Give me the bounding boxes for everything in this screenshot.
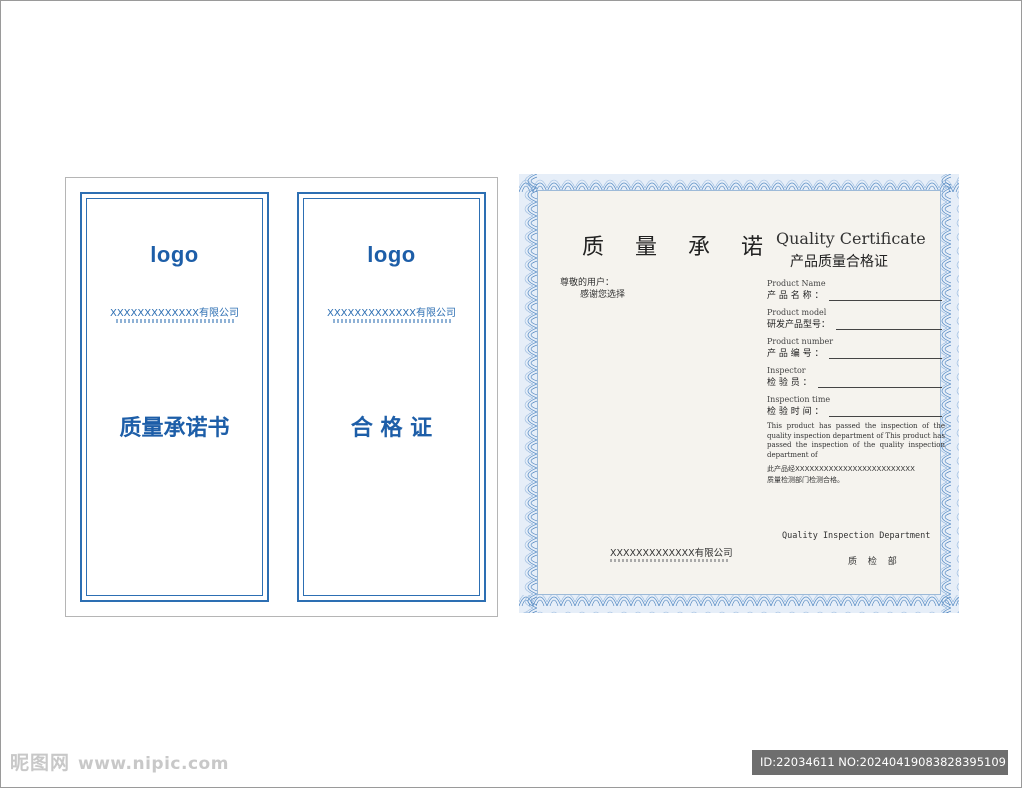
certificate-inner-page: 质 量 承 诺 尊敬的用户： 感谢您选择 Quality Certificate… xyxy=(519,174,959,613)
cover-logo: logo xyxy=(367,242,416,267)
cover-company: XXXXXXXXXXXXX有限公司 xyxy=(109,308,240,319)
department-en: Quality Inspection Department xyxy=(782,531,931,541)
field-label-cn: 检 验 时 间 ： xyxy=(767,407,824,417)
statement-en: This product has passed the inspection o… xyxy=(767,422,945,459)
field-label-cn: 检 验 员 ： xyxy=(767,378,812,388)
statement-cn: 此产品经XXXXXXXXXXXXXXXXXXXXXXXXX 质量检测部门检测合格… xyxy=(767,464,949,486)
cover-sheet: logo XXXXXXXXXXXXX有限公司 质量承诺书 logo XXXXXX… xyxy=(65,177,498,617)
site-watermark: 昵图网 www.nipic.com xyxy=(10,748,229,775)
certificate-title-en: Quality Certificate xyxy=(776,229,926,248)
cover-logo: logo xyxy=(150,242,199,267)
image-id-bar: ID:22034611 NO:20240419083828395109 xyxy=(752,750,1008,775)
fill-in-line[interactable] xyxy=(829,350,942,359)
fill-in-line[interactable] xyxy=(829,292,942,301)
field-label-en: Product model xyxy=(767,308,827,317)
certificate-title-cn: 产品质量合格证 xyxy=(790,254,888,270)
field-label-en: Product number xyxy=(767,337,834,346)
field-label-cn: 产 品 名 称 ： xyxy=(767,291,824,301)
cover-company: XXXXXXXXXXXXX有限公司 xyxy=(326,308,457,319)
decorative-wave-line xyxy=(115,319,234,323)
greeting-line: 感谢您选择 xyxy=(580,290,626,300)
field-product-model: Product model 研发产品型号： xyxy=(767,308,942,330)
field-label-en: Inspection time xyxy=(767,395,831,404)
field-label-cn: 产 品 编 号 ： xyxy=(767,349,824,359)
cover-quality-promise: logo XXXXXXXXXXXXX有限公司 质量承诺书 xyxy=(80,192,269,602)
certificate-paper: 质 量 承 诺 尊敬的用户： 感谢您选择 Quality Certificate… xyxy=(537,190,945,595)
fill-in-line[interactable] xyxy=(817,379,942,388)
fill-in-line[interactable] xyxy=(836,321,942,330)
cover-certificate: logo XXXXXXXXXXXXX有限公司 合 格 证 xyxy=(297,192,486,602)
field-label-cn: 研发产品型号： xyxy=(767,320,831,330)
department-cn: 质 检 部 xyxy=(848,557,901,567)
site-name: 昵图网 xyxy=(10,752,71,774)
decorative-wave-line xyxy=(610,559,728,562)
field-inspector: Inspector 检 验 员 ： xyxy=(767,366,942,388)
field-label-en: Product Name xyxy=(767,279,826,288)
statement-cn-line: 此产品经XXXXXXXXXXXXXXXXXXXXXXXXX xyxy=(767,465,915,473)
certificate-company: XXXXXXXXXXXXX有限公司 xyxy=(610,548,733,559)
promise-title: 质 量 承 诺 xyxy=(582,235,775,260)
fill-in-line[interactable] xyxy=(829,408,942,417)
cover-title: 合 格 证 xyxy=(350,416,433,441)
statement-cn-line: 质量检测部门检测合格。 xyxy=(767,476,844,484)
cover-title: 质量承诺书 xyxy=(119,416,230,441)
field-label-en: Inspector xyxy=(767,366,806,375)
field-product-number: Product number 产 品 编 号 ： xyxy=(767,337,942,359)
field-inspection-time: Inspection time 检 验 时 间 ： xyxy=(767,395,942,417)
decorative-wave-line xyxy=(332,319,451,323)
field-product-name: Product Name 产 品 名 称 ： xyxy=(767,279,942,301)
site-url: www.nipic.com xyxy=(78,754,229,774)
